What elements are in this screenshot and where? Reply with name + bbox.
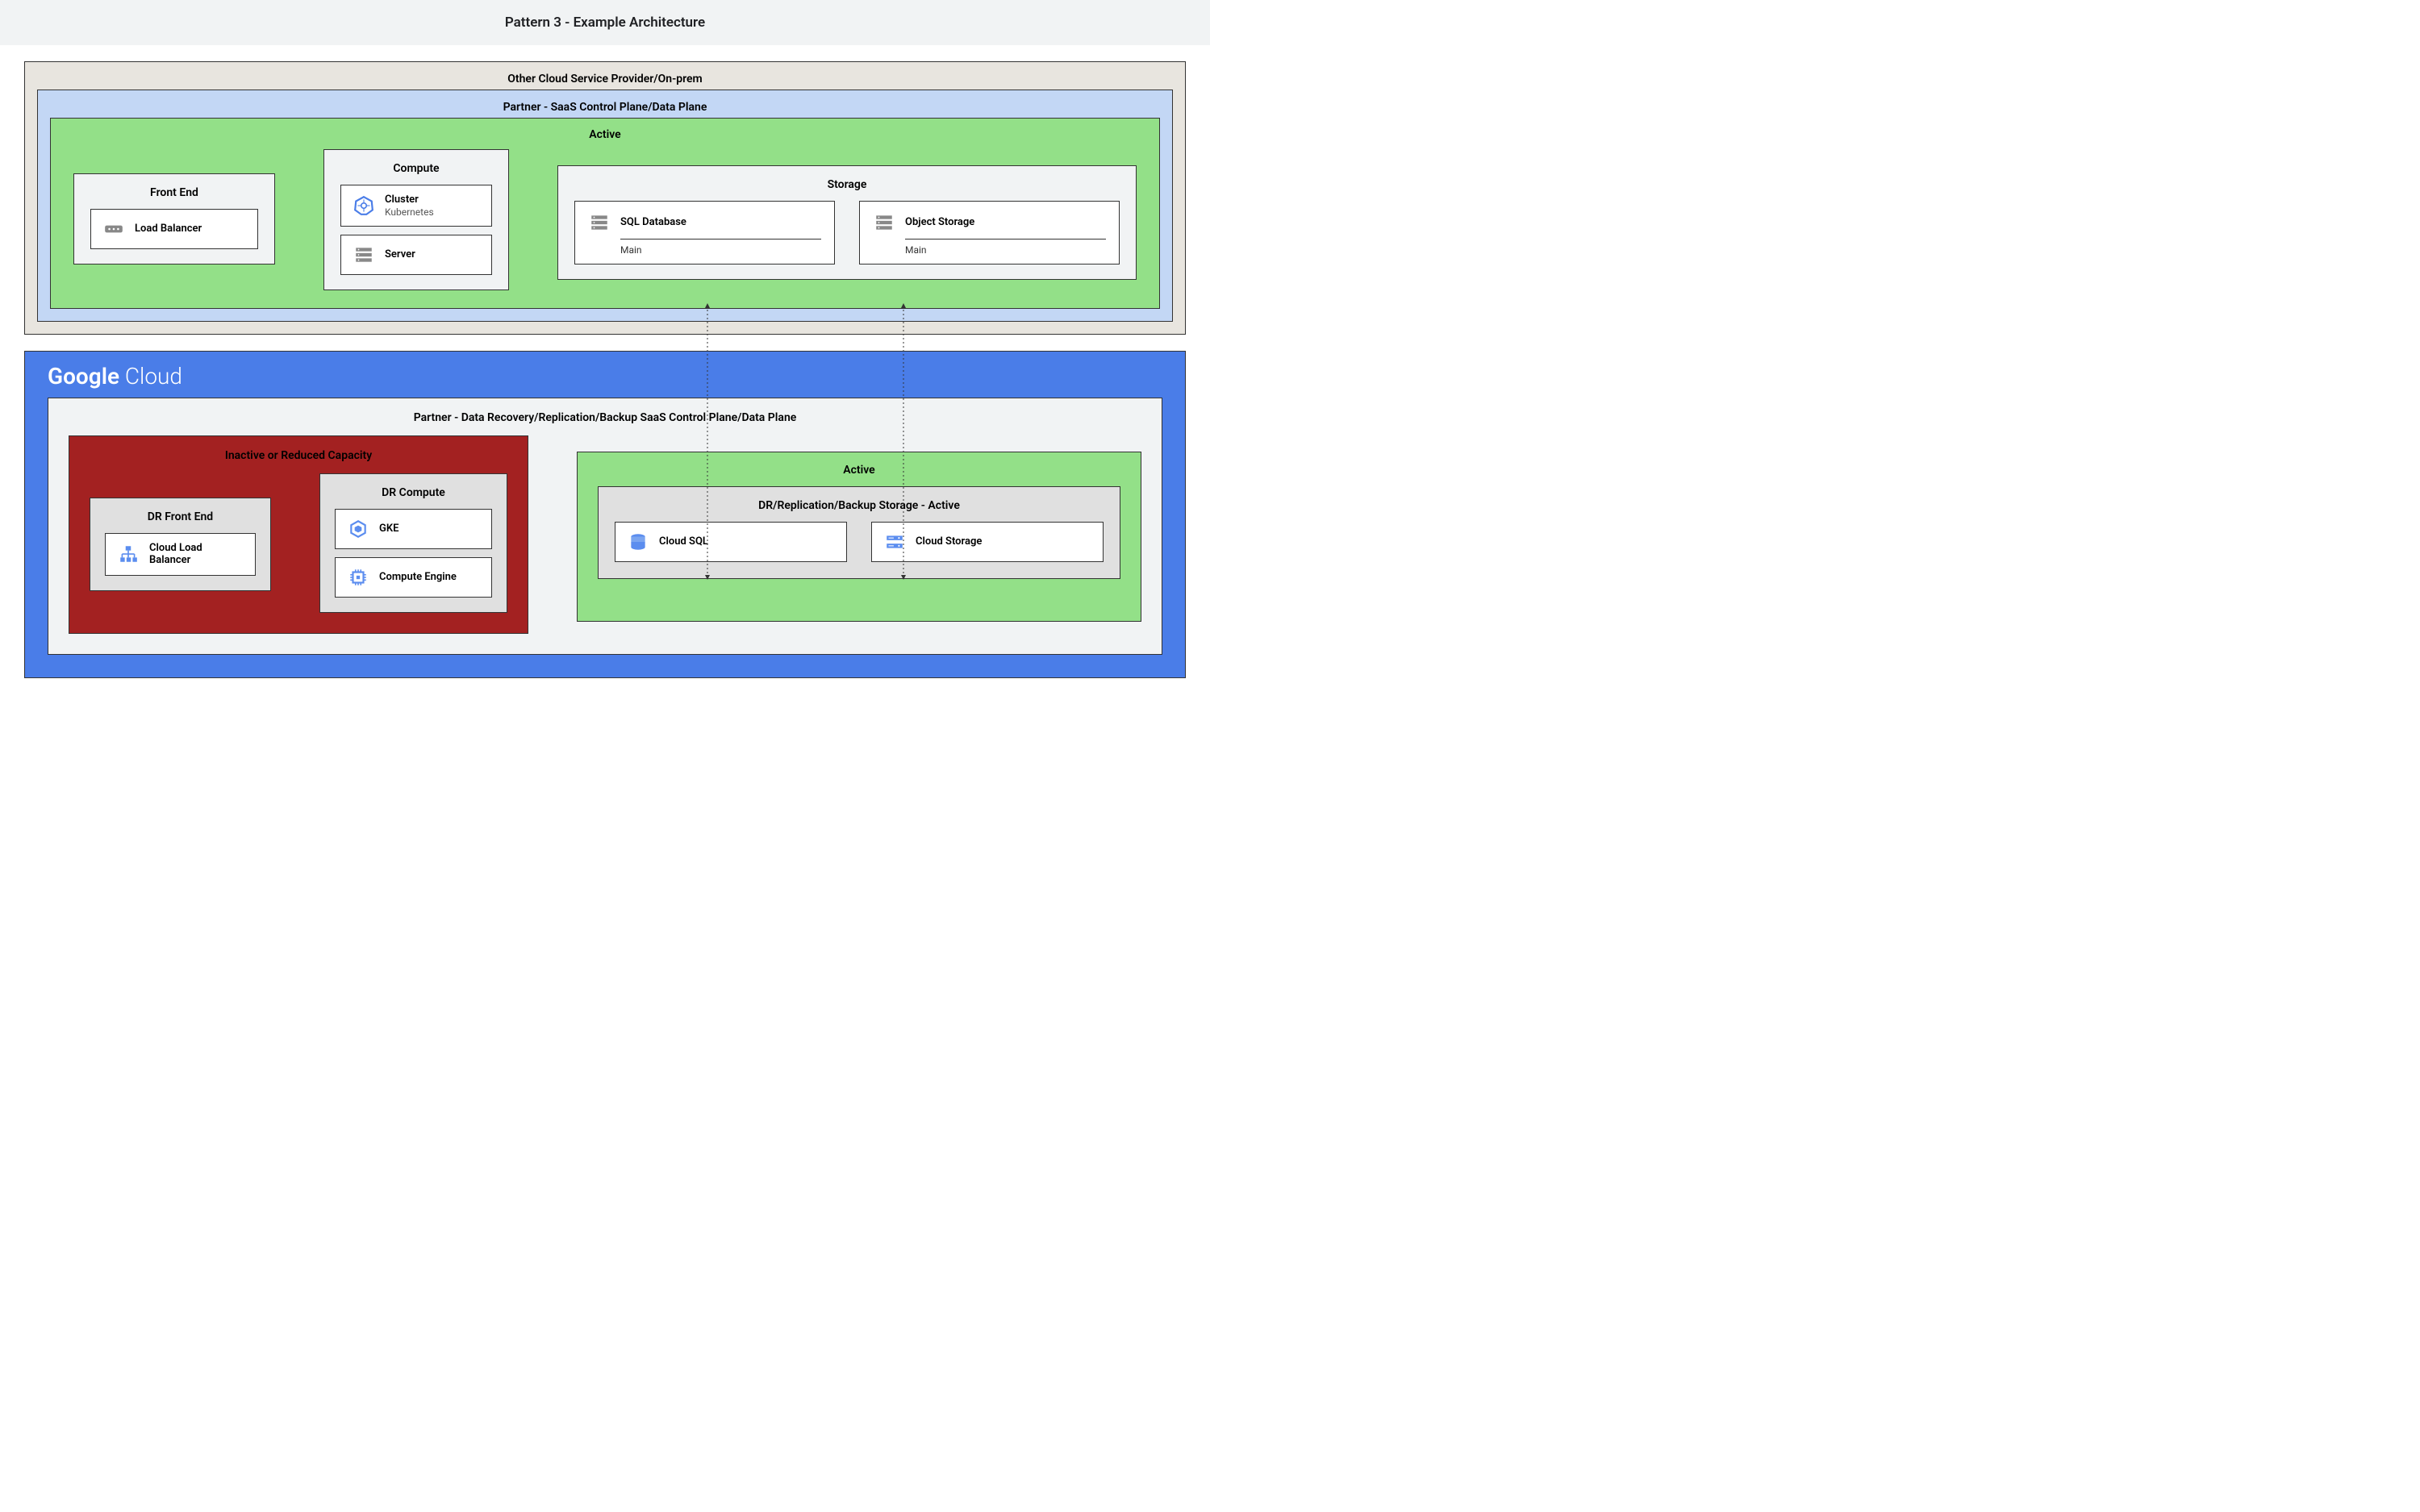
object-storage-icon xyxy=(873,211,895,234)
dr-front-end-box: DR Front End Cloud Load Balancer xyxy=(90,498,271,591)
cloud-sql-icon xyxy=(627,531,649,553)
storage-box: Storage SQL Database Main xyxy=(557,165,1137,280)
dr-front-end-title: DR Front End xyxy=(105,506,256,533)
cloud-load-balancer-icon xyxy=(117,543,140,565)
partner-saas-box: Partner - SaaS Control Plane/Data Plane … xyxy=(37,90,1173,322)
google-cloud-box: Google Cloud Partner - Data Recovery/Rep… xyxy=(24,351,1186,678)
cluster-item: Cluster Kubernetes xyxy=(340,185,492,227)
gke-item: GKE xyxy=(335,509,492,549)
other-cloud-box: Other Cloud Service Provider/On-prem Par… xyxy=(24,61,1186,335)
sql-sublabel: Main xyxy=(620,244,821,256)
object-label: Object Storage xyxy=(905,216,974,229)
partner-dr-box: Partner - Data Recovery/Replication/Back… xyxy=(48,398,1162,655)
load-balancer-icon xyxy=(102,218,125,240)
cloud-storage-label: Cloud Storage xyxy=(916,535,982,548)
dr-compute-box: DR Compute GKE Co xyxy=(319,473,507,613)
compute-box: Compute Cluster Kubernetes xyxy=(323,149,509,290)
inactive-box: Inactive or Reduced Capacity DR Front En… xyxy=(69,435,528,634)
cluster-label: Cluster xyxy=(385,194,434,206)
server-label: Server xyxy=(385,248,415,261)
server-item: Server xyxy=(340,235,492,275)
dr-storage-title: DR/Replication/Backup Storage - Active xyxy=(615,495,1104,522)
object-storage-item: Object Storage Main xyxy=(859,201,1120,264)
partner-dr-title: Partner - Data Recovery/Replication/Back… xyxy=(69,406,1141,435)
gc-logo-light: Cloud xyxy=(119,363,182,389)
active-title-top: Active xyxy=(73,125,1137,149)
clb-label: Cloud Load Balancer xyxy=(149,542,244,567)
dr-storage-box: DR/Replication/Backup Storage - Active C… xyxy=(598,486,1120,579)
dr-compute-title: DR Compute xyxy=(335,482,492,509)
load-balancer-label: Load Balancer xyxy=(135,223,202,235)
storage-title: Storage xyxy=(574,174,1120,201)
database-icon xyxy=(588,211,611,234)
cloud-load-balancer-item: Cloud Load Balancer xyxy=(105,533,256,576)
load-balancer-item: Load Balancer xyxy=(90,209,258,249)
google-cloud-logo: Google Cloud xyxy=(48,361,1162,398)
active-box-top: Active Front End Load Balancer xyxy=(50,118,1160,309)
gke-icon xyxy=(347,518,369,540)
other-cloud-title: Other Cloud Service Provider/On-prem xyxy=(37,69,1173,90)
cloud-sql-item: Cloud SQL xyxy=(615,522,847,562)
server-icon xyxy=(353,244,375,266)
active-box-bottom: Active DR/Replication/Backup Storage - A… xyxy=(577,452,1141,622)
inactive-title: Inactive or Reduced Capacity xyxy=(90,444,507,473)
cloud-storage-item: Cloud Storage xyxy=(871,522,1104,562)
compute-engine-item: Compute Engine xyxy=(335,557,492,598)
gc-logo-bold: Google xyxy=(48,363,119,389)
ce-label: Compute Engine xyxy=(379,571,457,584)
diagram-header: Pattern 3 - Example Architecture xyxy=(0,0,1210,45)
kubernetes-icon xyxy=(353,194,375,217)
object-sublabel: Main xyxy=(905,244,1106,256)
active-title-bottom: Active xyxy=(598,460,1120,486)
sql-label: SQL Database xyxy=(620,216,686,229)
cloud-storage-icon xyxy=(883,531,906,553)
cluster-sublabel: Kubernetes xyxy=(385,206,434,218)
partner-saas-title: Partner - SaaS Control Plane/Data Plane xyxy=(50,97,1160,118)
front-end-box: Front End Load Balancer xyxy=(73,173,275,264)
diagram-container: Other Cloud Service Provider/On-prem Par… xyxy=(0,45,1210,694)
compute-title: Compute xyxy=(340,158,492,185)
cloud-sql-label: Cloud SQL xyxy=(659,535,708,548)
compute-engine-icon xyxy=(347,566,369,589)
front-end-title: Front End xyxy=(90,182,258,209)
sql-database-item: SQL Database Main xyxy=(574,201,835,264)
gke-label: GKE xyxy=(379,523,398,535)
